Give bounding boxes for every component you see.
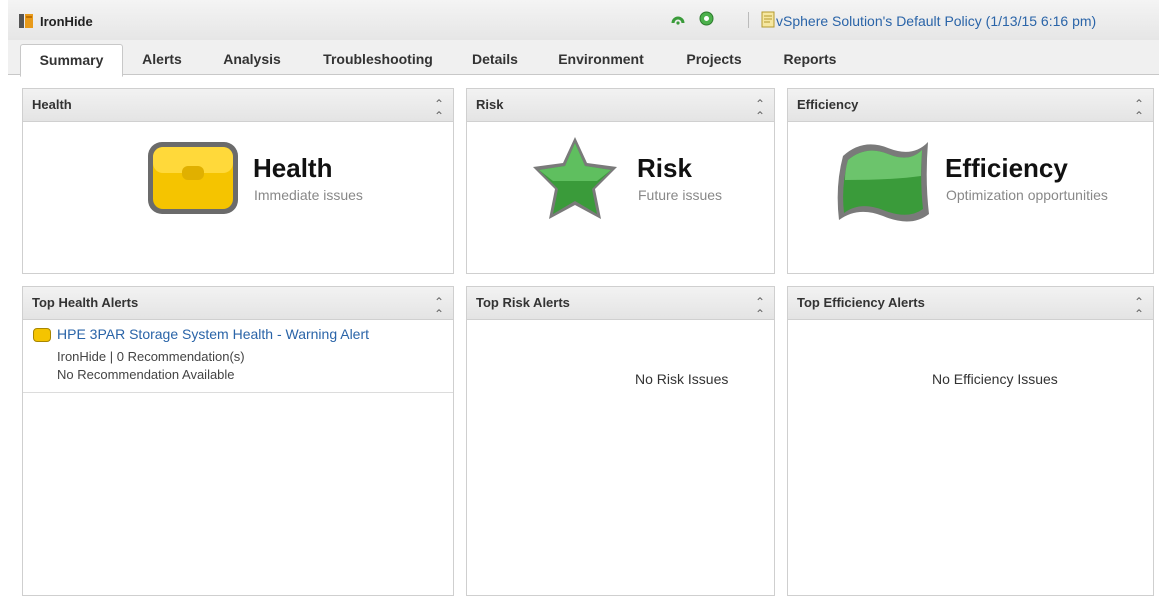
tab-analysis[interactable]: Analysis	[212, 44, 292, 74]
efficiency-badge-icon[interactable]	[833, 136, 933, 224]
tab-alerts[interactable]: Alerts	[130, 44, 194, 74]
left-edge	[0, 0, 8, 591]
title-bar: IronHide vSphere Solution's Default Poli…	[8, 0, 1159, 41]
risk-badge-subtitle: Future issues	[638, 187, 723, 203]
alert-name-link[interactable]: HPE 3PAR Storage System Health - Warning…	[57, 326, 369, 342]
warning-badge-icon	[33, 328, 51, 342]
alert-list-item[interactable]: HPE 3PAR Storage System Health - Warning…	[23, 319, 453, 393]
panel-header: Health ⌃ ⌃	[23, 89, 453, 122]
tab-environment[interactable]: Environment	[548, 44, 654, 74]
empty-message: No Efficiency Issues	[932, 371, 1058, 387]
panel-title: Efficiency	[797, 97, 859, 112]
top-health-alerts-panel: Top Health Alerts ⌃ ⌃ HPE 3PAR Storage Sy…	[22, 286, 454, 596]
host-icon	[19, 14, 33, 28]
collapse-icon[interactable]: ⌃ ⌃	[1134, 98, 1144, 122]
panel-header: Top Risk Alerts ⌃ ⌃	[467, 287, 774, 320]
top-efficiency-alerts-panel: Top Efficiency Alerts ⌃ ⌃ No Efficiency I…	[787, 286, 1154, 596]
top-risk-alerts-panel: Top Risk Alerts ⌃ ⌃ No Risk Issues	[466, 286, 775, 596]
efficiency-badge-panel: Efficiency ⌃ ⌃ Efficiency Optimization op…	[787, 88, 1154, 274]
policy-icon	[761, 11, 775, 28]
risk-badge-title: Risk	[637, 153, 692, 183]
collapse-icon[interactable]: ⌃ ⌃	[1134, 296, 1144, 320]
panel-header: Top Efficiency Alerts ⌃ ⌃	[788, 287, 1153, 320]
risk-badge-icon[interactable]	[527, 133, 623, 225]
risk-badge-panel: Risk ⌃ ⌃ Risk Future issues	[466, 88, 775, 274]
tab-projects[interactable]: Projects	[672, 44, 756, 74]
collapse-icon[interactable]: ⌃ ⌃	[755, 98, 765, 122]
efficiency-badge-subtitle: Optimization opportunities	[946, 187, 1108, 203]
empty-message: No Risk Issues	[635, 371, 729, 387]
tab-reports[interactable]: Reports	[772, 44, 848, 74]
health-badge-icon[interactable]	[144, 136, 242, 218]
panel-title: Top Risk Alerts	[476, 295, 570, 310]
health-badge-panel: Health ⌃ ⌃ Health Immediate issues	[22, 88, 454, 274]
panel-header: Risk ⌃ ⌃	[467, 89, 774, 122]
collapse-icon[interactable]: ⌃ ⌃	[755, 296, 765, 320]
panel-title: Health	[32, 97, 72, 112]
policy-link[interactable]: vSphere Solution's Default Policy (1/13/…	[776, 13, 1096, 29]
panel-header: Efficiency ⌃ ⌃	[788, 89, 1153, 122]
tab-troubleshooting[interactable]: Troubleshooting	[310, 44, 446, 74]
tab-summary[interactable]: Summary	[20, 44, 123, 77]
efficiency-badge-title: Efficiency	[945, 153, 1068, 183]
app-title: IronHide	[40, 14, 93, 29]
panel-title: Top Health Alerts	[32, 295, 139, 310]
alert-meta: IronHide | 0 Recommendation(s)	[57, 349, 245, 364]
panel-title: Top Efficiency Alerts	[797, 295, 925, 310]
health-status-icon[interactable]	[671, 12, 685, 26]
tab-details[interactable]: Details	[460, 44, 530, 74]
state-ok-icon[interactable]	[699, 11, 714, 26]
collapse-icon[interactable]: ⌃ ⌃	[434, 98, 444, 122]
panel-title: Risk	[476, 97, 504, 112]
health-badge-subtitle: Immediate issues	[254, 187, 363, 203]
toolbar-separator	[748, 12, 749, 28]
panel-header: Top Health Alerts ⌃ ⌃	[23, 287, 453, 320]
alert-recommendation: No Recommendation Available	[57, 367, 235, 382]
collapse-icon[interactable]: ⌃ ⌃	[434, 296, 444, 320]
health-badge-title: Health	[253, 153, 333, 183]
